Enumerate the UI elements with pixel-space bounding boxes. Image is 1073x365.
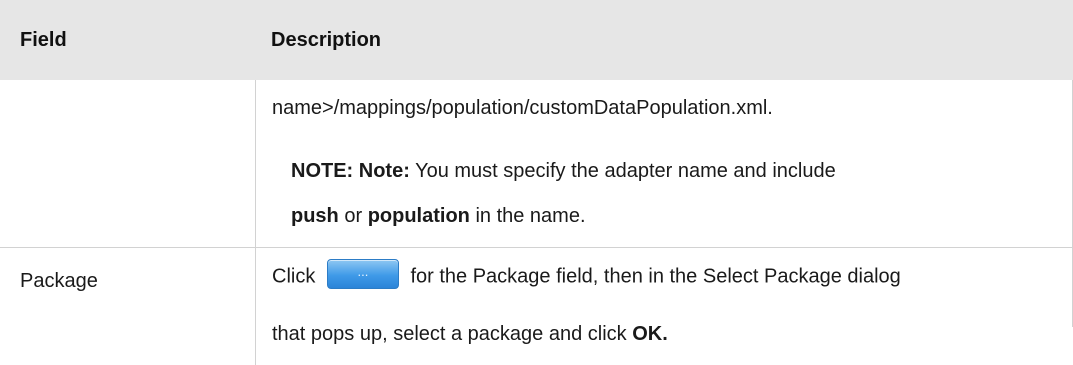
column-divider [255,80,256,365]
table-header: Field Description [0,0,1073,80]
package-line-2: that pops up, select a package and click… [272,323,668,346]
header-field: Field [20,29,67,51]
note-bold-push: push [291,205,339,227]
field-description-table: Field Description name>/mappings/populat… [0,0,1073,365]
line2-text: that pops up, select a package and click [272,323,633,345]
after-button-text: for the Package field, then in the Selec… [404,265,901,288]
note-text: You must specify the adapter name and in… [409,160,836,182]
package-line-1: Click ... for the Package field, then in… [272,259,901,292]
row-divider [0,247,1073,248]
path-text: name>/mappings/population/customDataPopu… [272,97,773,119]
note-bold-population: population [367,205,470,227]
note-end: in the name. [469,205,586,227]
ok-label: OK. [632,323,668,345]
note-line-1: NOTE: Note: You must specify the adapter… [291,160,836,183]
browse-ellipsis-button[interactable]: ... [326,259,399,289]
header-description: Description [271,29,382,51]
field-package: Package [20,270,98,292]
note-label: NOTE: Note: [291,160,410,182]
note-line-2: push or population in the name. [291,205,586,228]
click-text: Click [272,265,321,288]
note-mid: or [338,205,368,227]
